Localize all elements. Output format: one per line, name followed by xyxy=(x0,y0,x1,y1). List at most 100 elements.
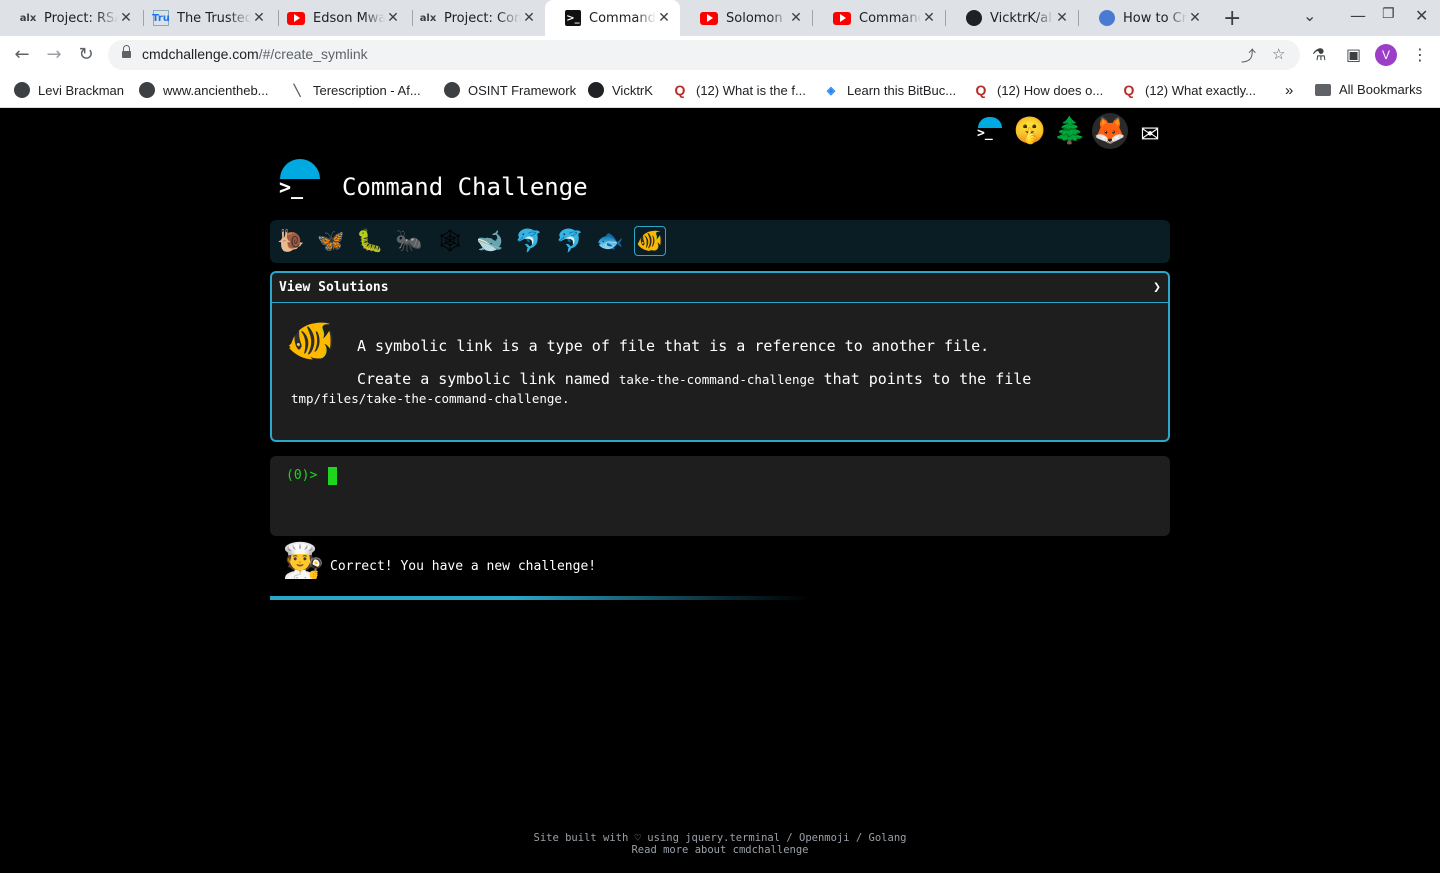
tab-project-rsa[interactable]: alx Project: RSA Factoring Challenge ✕ xyxy=(0,4,142,32)
close-icon[interactable]: ✕ xyxy=(118,10,134,26)
profile-avatar[interactable]: V xyxy=(1375,44,1397,66)
progress-bar xyxy=(270,596,810,600)
tab-solomon[interactable]: Solomon Mwangi ✕ xyxy=(680,4,812,32)
close-icon[interactable]: ✕ xyxy=(921,10,937,26)
globe-icon xyxy=(14,82,30,98)
tab-title: Command Line xyxy=(859,10,921,26)
minimize-button[interactable]: — xyxy=(1350,6,1366,25)
bookmark-quora-3[interactable]: Q (12) What exactly... xyxy=(1121,82,1256,98)
tab-search-icon[interactable]: ⌄ xyxy=(1303,6,1316,25)
new-tab-button[interactable]: + xyxy=(1223,6,1241,31)
share-icon[interactable]: ⤴ xyxy=(1241,45,1256,66)
youtube-icon xyxy=(287,11,305,25)
level-snail-icon[interactable]: 🐌 xyxy=(275,226,307,256)
terminal-input[interactable]: (0)> xyxy=(270,456,1170,536)
close-icon[interactable]: ✕ xyxy=(251,10,267,26)
tree-icon[interactable]: 🌲 xyxy=(1052,113,1088,149)
link-name-code: take-the-command-challenge xyxy=(618,372,815,387)
bitbucket-icon: ◈ xyxy=(826,84,836,97)
menu-icon[interactable]: ⋮ xyxy=(1412,45,1428,64)
forward-button[interactable]: → xyxy=(42,44,66,65)
tab-strip: alx Project: RSA Factoring Challenge ✕ T… xyxy=(0,0,1440,36)
tab-title: How to Create xyxy=(1123,10,1187,26)
side-panel-icon[interactable]: ▣ xyxy=(1346,45,1361,64)
close-window-button[interactable]: ✕ xyxy=(1415,6,1428,25)
bookmark-levi-brackman[interactable]: Levi Brackman xyxy=(14,82,124,98)
bookmark-vicktrk[interactable]: VicktrK xyxy=(588,82,653,98)
page-title: Command Challenge xyxy=(342,173,588,201)
close-icon[interactable]: ✕ xyxy=(656,10,672,26)
bookmark-osint[interactable]: OSINT Framework xyxy=(444,82,576,98)
feedback-message: Correct! You have a new challenge! xyxy=(330,559,597,574)
back-button[interactable]: ← xyxy=(10,44,34,65)
tab-project-command[interactable]: alx Project: Command line ✕ xyxy=(400,4,545,32)
gitlab-icon[interactable]: 🦊 xyxy=(1092,113,1128,149)
level-dolphin-2-icon[interactable]: 🐬 xyxy=(554,226,586,256)
folder-icon xyxy=(1315,83,1331,96)
tab-vicktrk-alx[interactable]: VicktrK/alx ✕ xyxy=(946,4,1078,32)
mail-icon[interactable]: ✉ xyxy=(1132,113,1168,149)
footer-read-more-link[interactable]: Read more about cmdchallenge xyxy=(0,844,1440,856)
tab-command-line[interactable]: Command Line ✕ xyxy=(813,4,945,32)
cmdchallenge-terminal-icon[interactable]: >_ xyxy=(972,113,1008,149)
close-icon[interactable]: ✕ xyxy=(788,10,804,26)
terminal-icon: >_ xyxy=(565,10,581,26)
page-content: >_ 🤫 🌲 🦊 ✉ >_ Command Challenge 🐌 🦋 🐛 🐜 … xyxy=(0,109,1440,873)
alx-icon: alx xyxy=(19,12,37,24)
bookmark-quora-2[interactable]: Q (12) How does o... xyxy=(973,82,1104,98)
quora-icon: Q xyxy=(1123,82,1135,98)
level-whale-icon[interactable]: 🐋 xyxy=(474,226,506,256)
github-icon xyxy=(966,10,982,26)
bookmarks-bar: Levi Brackman www.ancientheb... ╲ Terescr… xyxy=(0,74,1440,108)
terminal-prompt: (0)> xyxy=(286,468,318,483)
address-bar[interactable]: cmdchallenge.com/#/create_symlink ⤴ ☆ xyxy=(108,40,1300,70)
view-solutions-toggle[interactable]: View Solutions ❯ xyxy=(272,273,1168,303)
tab-title: Project: RSA Factoring Challenge xyxy=(44,10,118,26)
close-icon[interactable]: ✕ xyxy=(385,10,401,26)
tab-trusted-tech[interactable]: Tru The Trusted Tech Talent Platform ✕ xyxy=(133,4,275,32)
tab-title: Edson Mwangi xyxy=(313,10,385,26)
more-bookmarks-button[interactable]: » xyxy=(1285,82,1293,99)
labs-icon[interactable]: ⚗ xyxy=(1312,45,1326,64)
bookmark-terescription[interactable]: ╲ Terescription - Af... xyxy=(289,82,421,98)
reload-button[interactable]: ↻ xyxy=(74,44,98,65)
terminal-cursor[interactable] xyxy=(328,467,337,485)
close-icon[interactable]: ✕ xyxy=(521,10,537,26)
globe-icon xyxy=(139,82,155,98)
tab-edson[interactable]: Edson Mwangi ✕ xyxy=(267,4,409,32)
quora-icon: Q xyxy=(975,82,987,98)
github-icon xyxy=(588,82,604,98)
close-icon[interactable]: ✕ xyxy=(1187,10,1203,26)
close-icon[interactable]: ✕ xyxy=(1054,10,1070,26)
tab-title: Command Challenge xyxy=(589,10,656,26)
challenge-task: Create a symbolic link named take-the-co… xyxy=(357,370,1032,388)
site-logo: >_ xyxy=(276,157,324,199)
tab-how-to-create[interactable]: How to Create ✕ xyxy=(1079,4,1211,32)
level-caterpillar-icon[interactable]: 🐛 xyxy=(354,226,386,256)
level-ant-icon[interactable]: 🐜 xyxy=(393,226,425,256)
cook-icon: 🧑‍🍳 xyxy=(282,541,325,581)
level-dolphin-icon[interactable]: 🐬 xyxy=(513,226,545,256)
tab-command-challenge[interactable]: >_ Command Challenge ✕ xyxy=(545,0,680,36)
bookmark-ancienthebrew[interactable]: www.ancientheb... xyxy=(139,82,269,98)
globe-icon xyxy=(444,82,460,98)
shushing-face-icon[interactable]: 🤫 xyxy=(1012,113,1048,149)
lock-icon[interactable] xyxy=(122,45,131,60)
level-fish-icon[interactable]: 🐟 xyxy=(594,226,626,256)
footer: Site built with ♡ using jquery.terminal … xyxy=(0,832,1440,856)
level-web-icon[interactable]: 🕸 xyxy=(434,226,466,256)
url-text[interactable]: cmdchallenge.com/#/create_symlink xyxy=(142,46,368,62)
bookmark-bitbucket[interactable]: ◈ Learn this BitBuc... xyxy=(823,82,956,98)
level-tropical-fish-icon[interactable]: 🐠 xyxy=(634,226,666,256)
challenge-intro: A symbolic link is a type of file that i… xyxy=(357,337,990,355)
restore-button[interactable]: ❐ xyxy=(1382,6,1395,22)
star-icon[interactable]: ☆ xyxy=(1272,45,1285,63)
tab-title: Solomon Mwangi xyxy=(726,10,788,26)
level-selector: 🐌 🦋 🐛 🐜 🕸 🐋 🐬 🐬 🐟 🐠 xyxy=(270,220,1170,263)
level-butterfly-icon[interactable]: 🦋 xyxy=(315,226,347,256)
challenge-panel: View Solutions ❯ 🐠 A symbolic link is a … xyxy=(270,271,1170,442)
tab-title: Project: Command line xyxy=(444,10,521,26)
all-bookmarks-button[interactable]: All Bookmarks xyxy=(1315,82,1422,97)
bookmark-quora-1[interactable]: Q (12) What is the f... xyxy=(672,82,806,98)
target-path-code: tmp/files/take-the-command-challenge xyxy=(291,391,562,406)
